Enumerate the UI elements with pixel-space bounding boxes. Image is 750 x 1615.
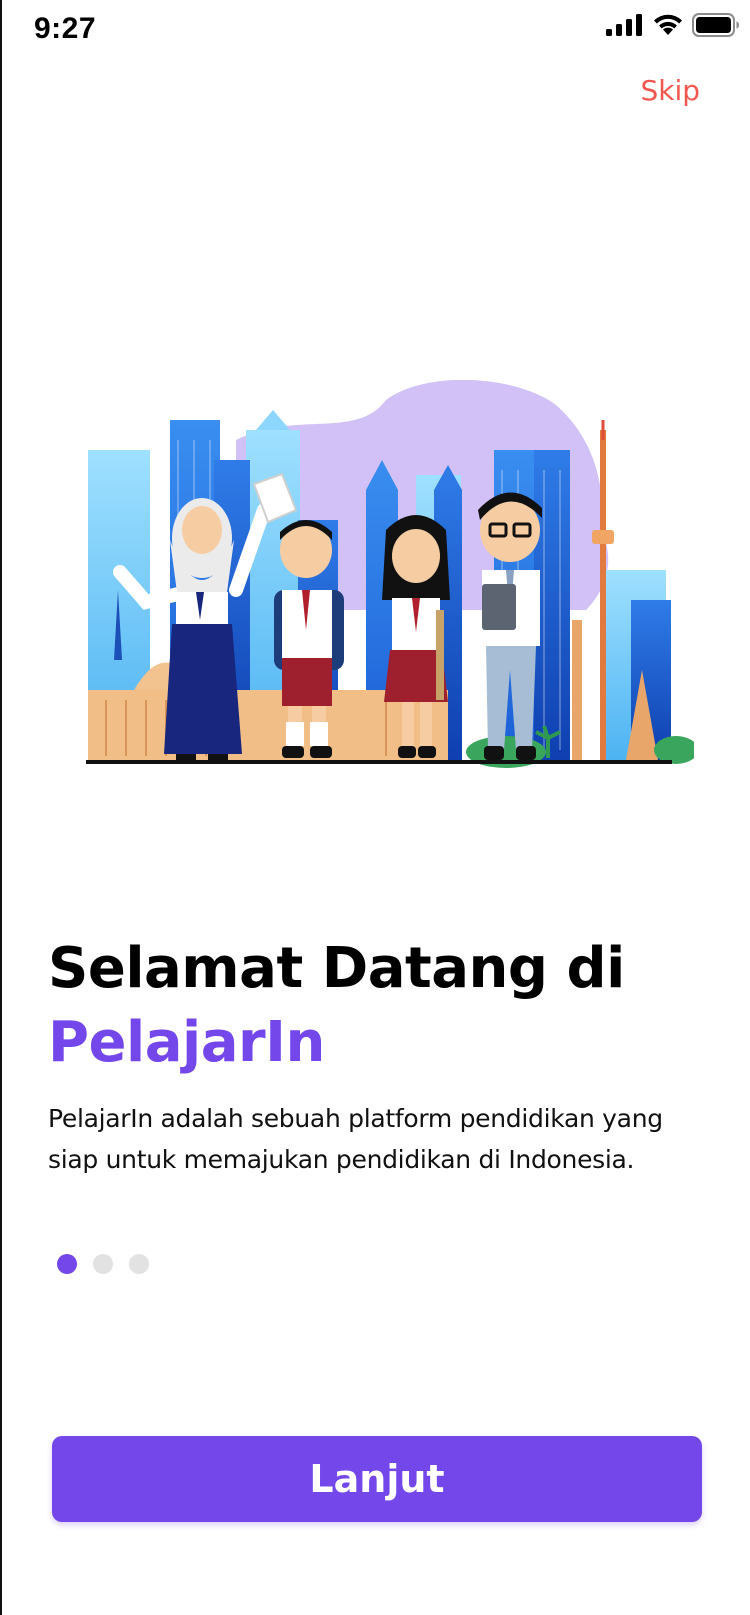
page-dot-3[interactable] [129, 1254, 149, 1274]
page-indicator [57, 1254, 149, 1274]
page-dot-1[interactable] [57, 1254, 77, 1274]
page-title: Selamat Datang di PelajarIn [48, 932, 708, 1080]
battery-icon [692, 13, 739, 37]
frame-edge [0, 0, 2, 1615]
description-text: PelajarIn adalah sebuah platform pendidi… [48, 1104, 663, 1174]
brand-name: PelajarIn [48, 1010, 325, 1075]
title-line: Selamat Datang di [48, 936, 625, 1001]
status-bar: 9:27 [0, 0, 750, 60]
skip-button[interactable]: Skip [640, 74, 700, 107]
wifi-icon [654, 14, 682, 35]
cellular-signal-icon [606, 14, 642, 36]
next-button[interactable]: Lanjut [52, 1436, 702, 1522]
page-dot-2[interactable] [93, 1254, 113, 1274]
students-city-illustration [86, 380, 694, 768]
status-time: 9:27 [34, 12, 97, 45]
